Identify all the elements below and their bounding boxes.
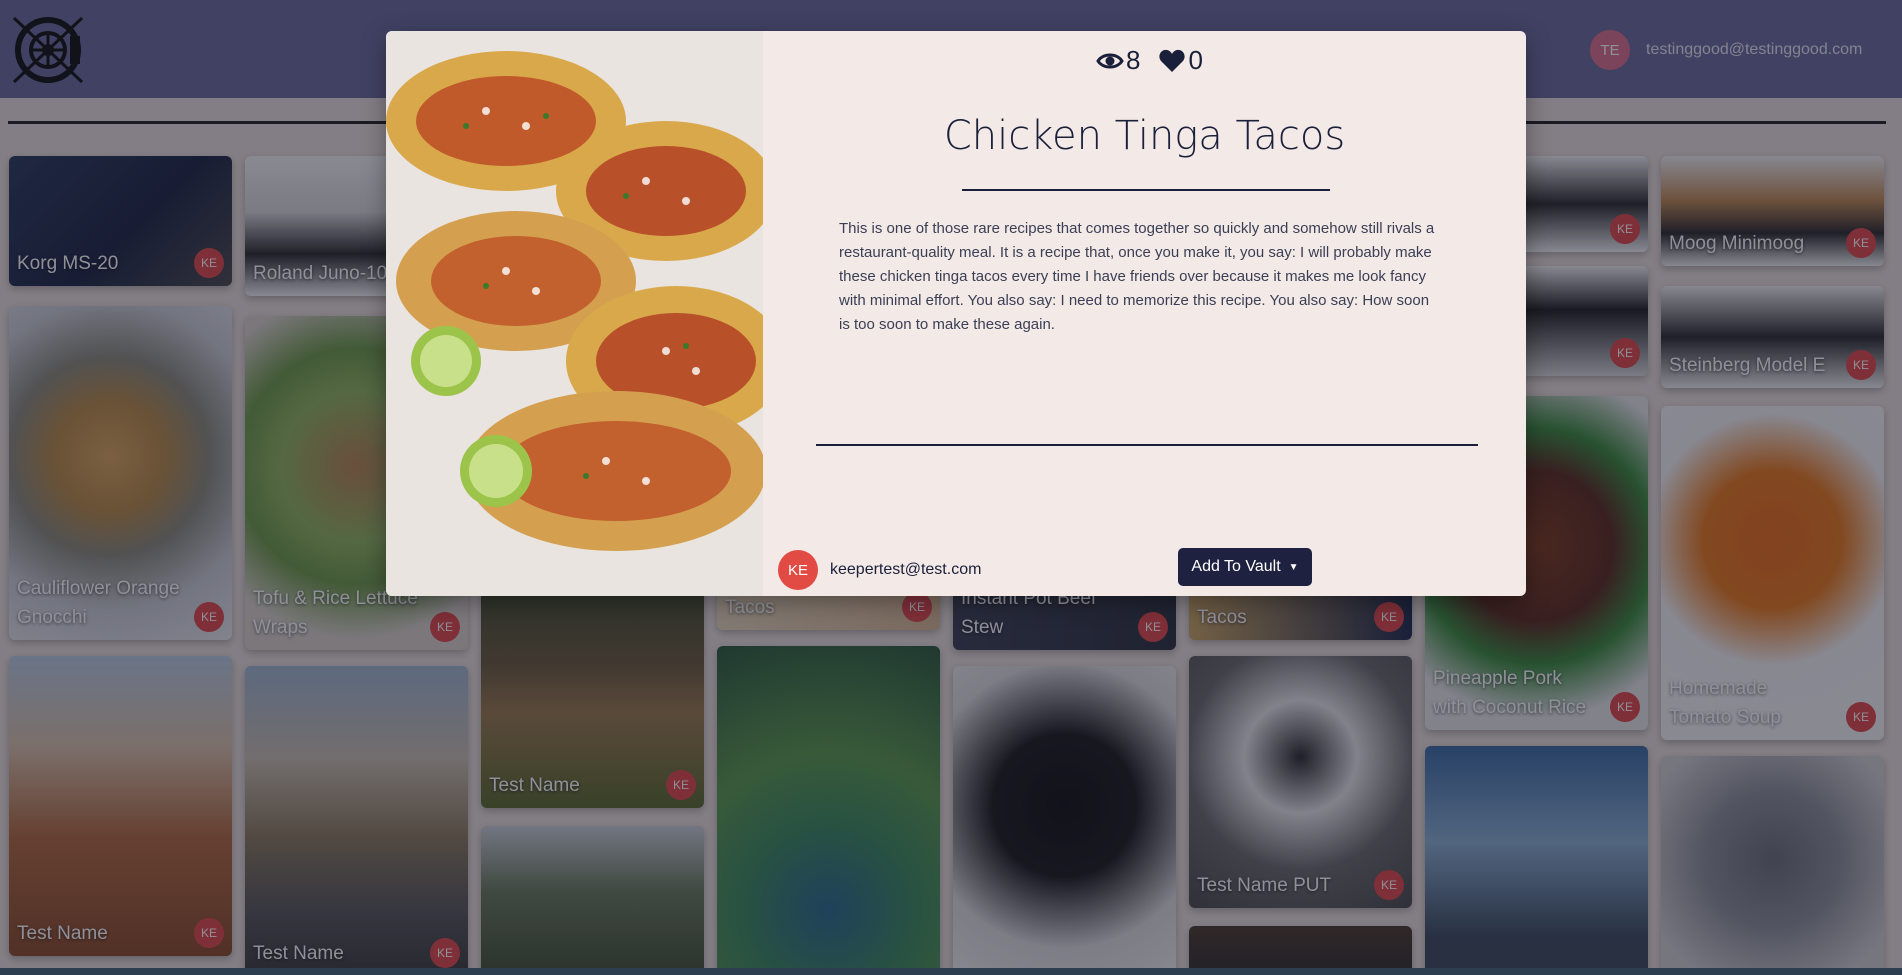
creator-email: keepertest@test.com (830, 561, 982, 578)
keep-title: Chicken Tinga Tacos (943, 113, 1346, 159)
title-divider (962, 189, 1330, 191)
caret-down-icon: ▼ (1288, 561, 1299, 573)
add-to-vault-label: Add To Vault (1191, 558, 1281, 575)
section-divider (816, 444, 1478, 446)
views-count: 8 (1126, 45, 1141, 75)
keep-detail-modal: 8 0 Chicken Tinga Tacos This is one of t… (386, 31, 1526, 596)
keep-description: This is one of those rare recipes that c… (839, 220, 1435, 333)
bottom-scrollbar[interactable] (0, 968, 1902, 975)
keep-stats: 8 0 (1096, 45, 1203, 76)
eye-icon (1096, 53, 1124, 68)
likes-count: 0 (1188, 45, 1203, 75)
creator-avatar[interactable]: KE (778, 550, 818, 590)
heart-icon[interactable] (1158, 48, 1186, 74)
add-to-vault-button[interactable]: Add To Vault ▼ (1178, 548, 1312, 586)
creator-info[interactable]: KE keepertest@test.com (778, 550, 981, 590)
keep-detail-image (386, 31, 786, 596)
